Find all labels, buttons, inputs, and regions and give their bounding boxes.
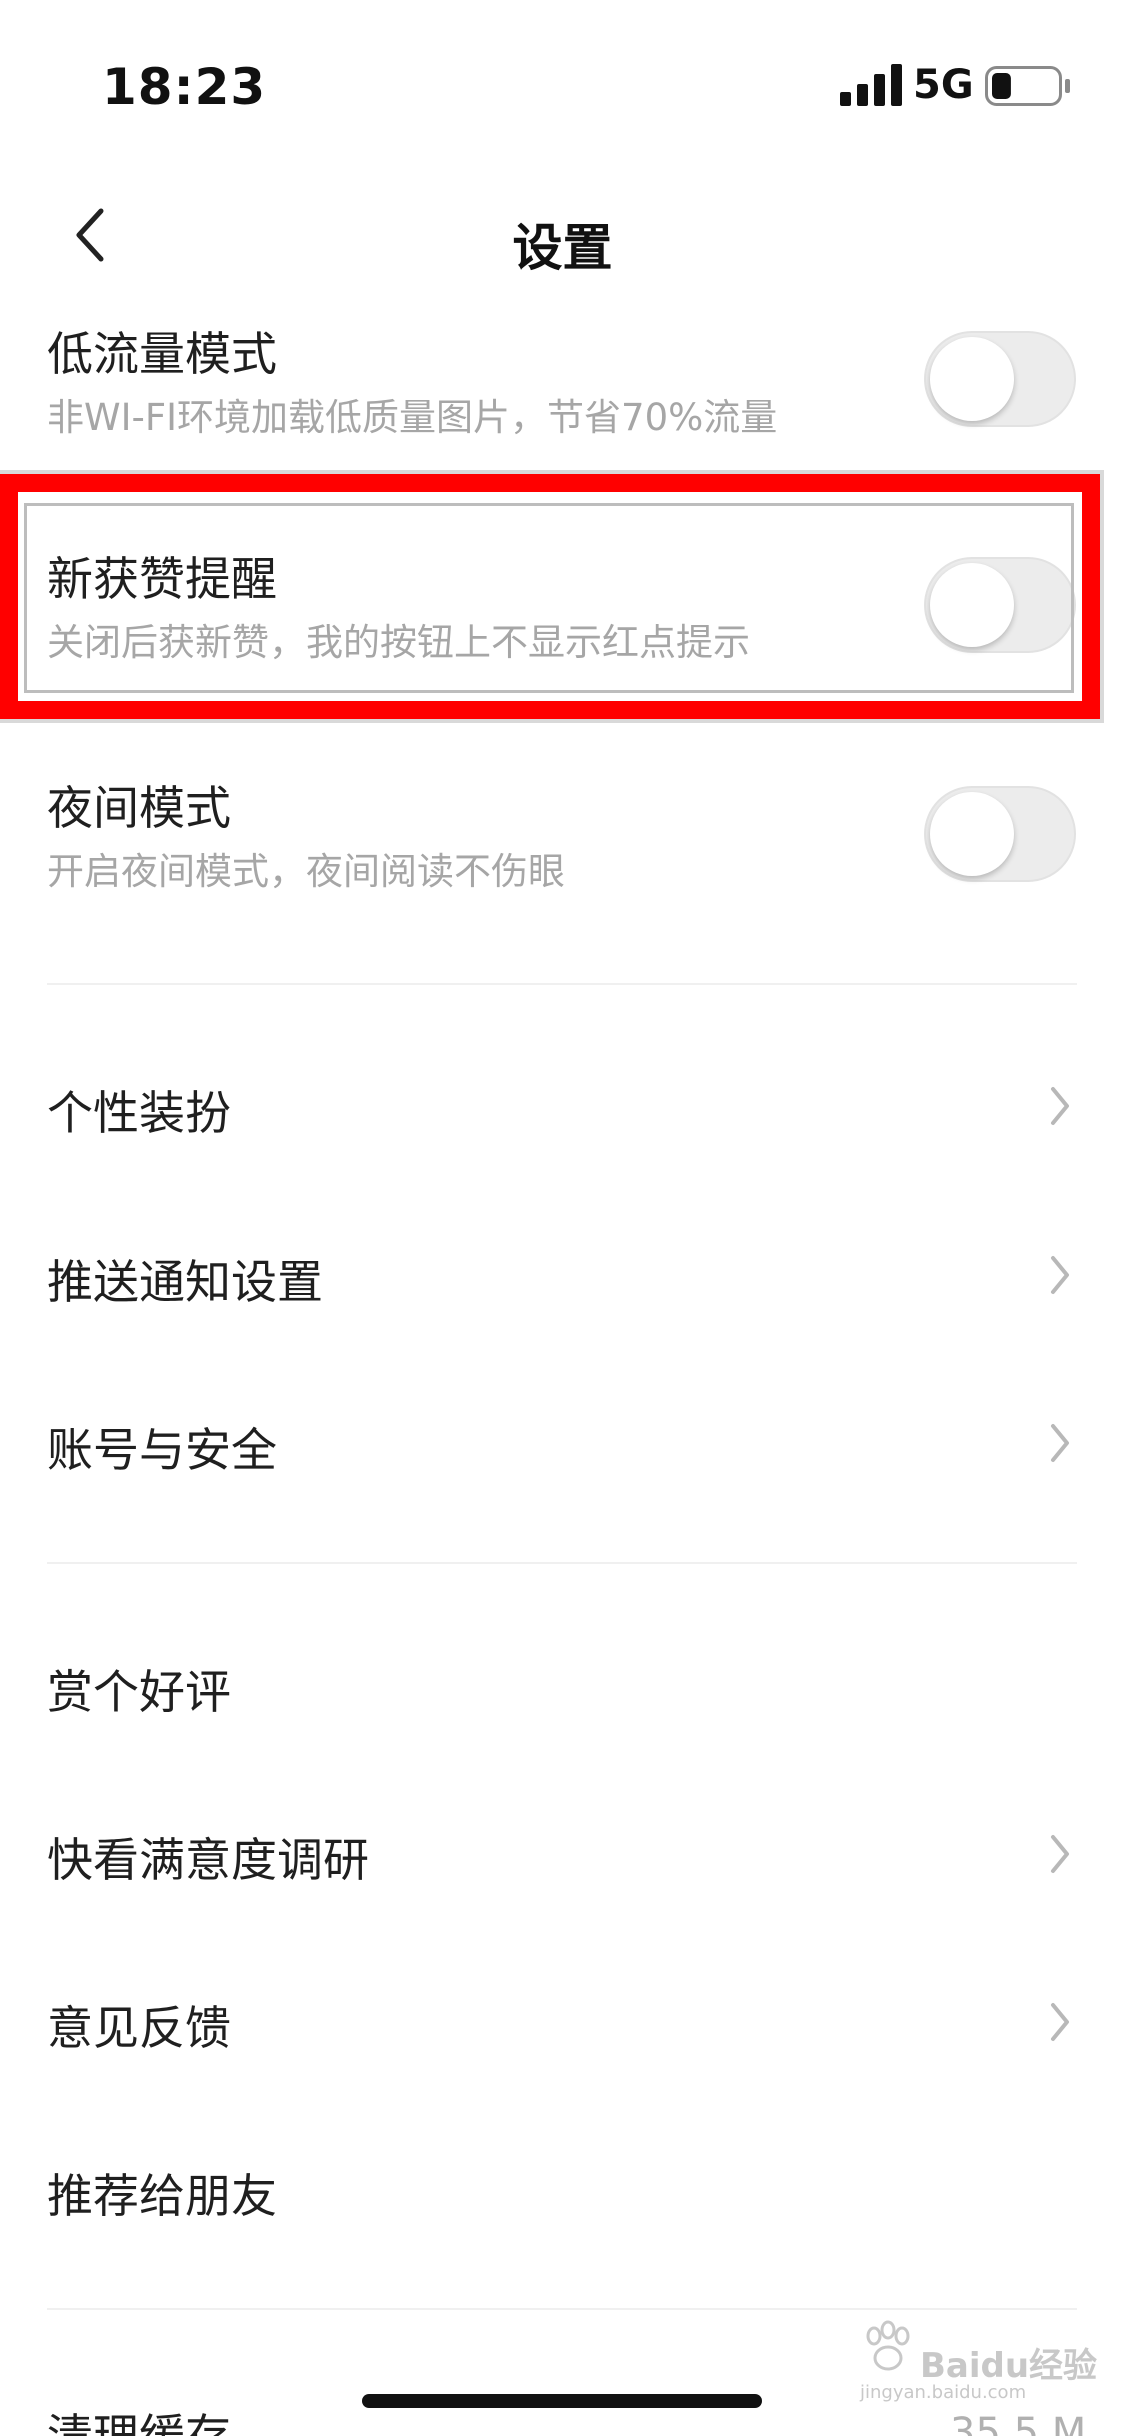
chevron-right-icon — [1051, 2003, 1069, 2041]
battery-icon — [985, 66, 1070, 106]
cache-size-value: 35.5 M — [950, 2410, 1087, 2436]
menu-item-label: 个性装扮 — [47, 1086, 231, 1140]
settings-screen: 18:23 5G 设置 低流量模式 非WI-FI环境加载低质量图片，节省70%流… — [0, 0, 1125, 2436]
home-indicator[interactable] — [362, 2394, 762, 2408]
night-mode-toggle[interactable] — [924, 786, 1076, 882]
menu-item-label: 账号与安全 — [47, 1423, 277, 1477]
status-bar: 18:23 5G — [0, 0, 1125, 170]
chevron-right-icon — [1051, 1835, 1069, 1873]
toggle-knob — [930, 792, 1014, 876]
setting-title: 低流量模式 — [47, 327, 277, 381]
menu-item-feedback[interactable]: 意见反馈 — [0, 1938, 1125, 2108]
battery-fill — [992, 73, 1011, 99]
page-title: 设置 — [512, 219, 613, 277]
menu-item-survey[interactable]: 快看满意度调研 — [0, 1770, 1125, 1940]
setting-title: 新获赞提醒 — [47, 552, 277, 606]
menu-item-label: 推送通知设置 — [47, 1255, 323, 1309]
menu-item-push-settings[interactable]: 推送通知设置 — [0, 1190, 1125, 1360]
toggle-knob — [930, 337, 1014, 421]
setting-subtitle: 关闭后获新赞，我的按钮上不显示红点提示 — [47, 621, 750, 664]
menu-item-label: 推荐给朋友 — [47, 2169, 277, 2223]
chevron-right-icon — [1051, 1256, 1069, 1294]
like-reminder-toggle[interactable] — [924, 557, 1076, 653]
menu-item-label: 快看满意度调研 — [47, 1833, 369, 1887]
setting-row-like-reminder: 新获赞提醒 关闭后获新赞，我的按钮上不显示红点提示 — [0, 527, 1125, 697]
network-type: 5G — [913, 62, 974, 108]
divider — [47, 983, 1077, 985]
signal-icon — [840, 64, 902, 106]
menu-item-recommend[interactable]: 推荐给朋友 — [0, 2106, 1125, 2276]
chevron-right-icon — [1051, 1087, 1069, 1125]
low-data-mode-toggle[interactable] — [924, 331, 1076, 427]
divider — [47, 2308, 1077, 2310]
setting-subtitle: 开启夜间模式，夜间阅读不伤眼 — [47, 850, 565, 893]
watermark: Baidu经验 jingyan.baidu.com — [860, 2320, 1097, 2403]
setting-subtitle: 非WI-FI环境加载低质量图片，节省70%流量 — [47, 396, 778, 439]
setting-title: 夜间模式 — [47, 781, 231, 835]
menu-item-label: 赏个好评 — [47, 1665, 231, 1719]
menu-item-label: 清理缓存 — [47, 2409, 231, 2436]
setting-row-low-data-mode: 低流量模式 非WI-FI环境加载低质量图片，节省70%流量 — [0, 300, 1125, 470]
paw-icon — [866, 2320, 910, 2371]
menu-item-account-security[interactable]: 账号与安全 — [0, 1358, 1125, 1528]
toggle-knob — [930, 563, 1014, 647]
setting-row-night-mode: 夜间模式 开启夜间模式，夜间阅读不伤眼 — [0, 756, 1125, 926]
status-time: 18:23 — [102, 58, 267, 116]
chevron-right-icon — [1051, 1424, 1069, 1462]
divider — [47, 1562, 1077, 1564]
menu-item-label: 意见反馈 — [47, 2001, 231, 2055]
watermark-url: jingyan.baidu.com — [860, 2382, 1027, 2403]
menu-item-personal-dressup[interactable]: 个性装扮 — [0, 1021, 1125, 1191]
menu-item-rate-app[interactable]: 赏个好评 — [0, 1600, 1125, 1770]
nav-bar: 设置 — [0, 170, 1125, 300]
watermark-text: Baidu经验 — [920, 2346, 1098, 2386]
